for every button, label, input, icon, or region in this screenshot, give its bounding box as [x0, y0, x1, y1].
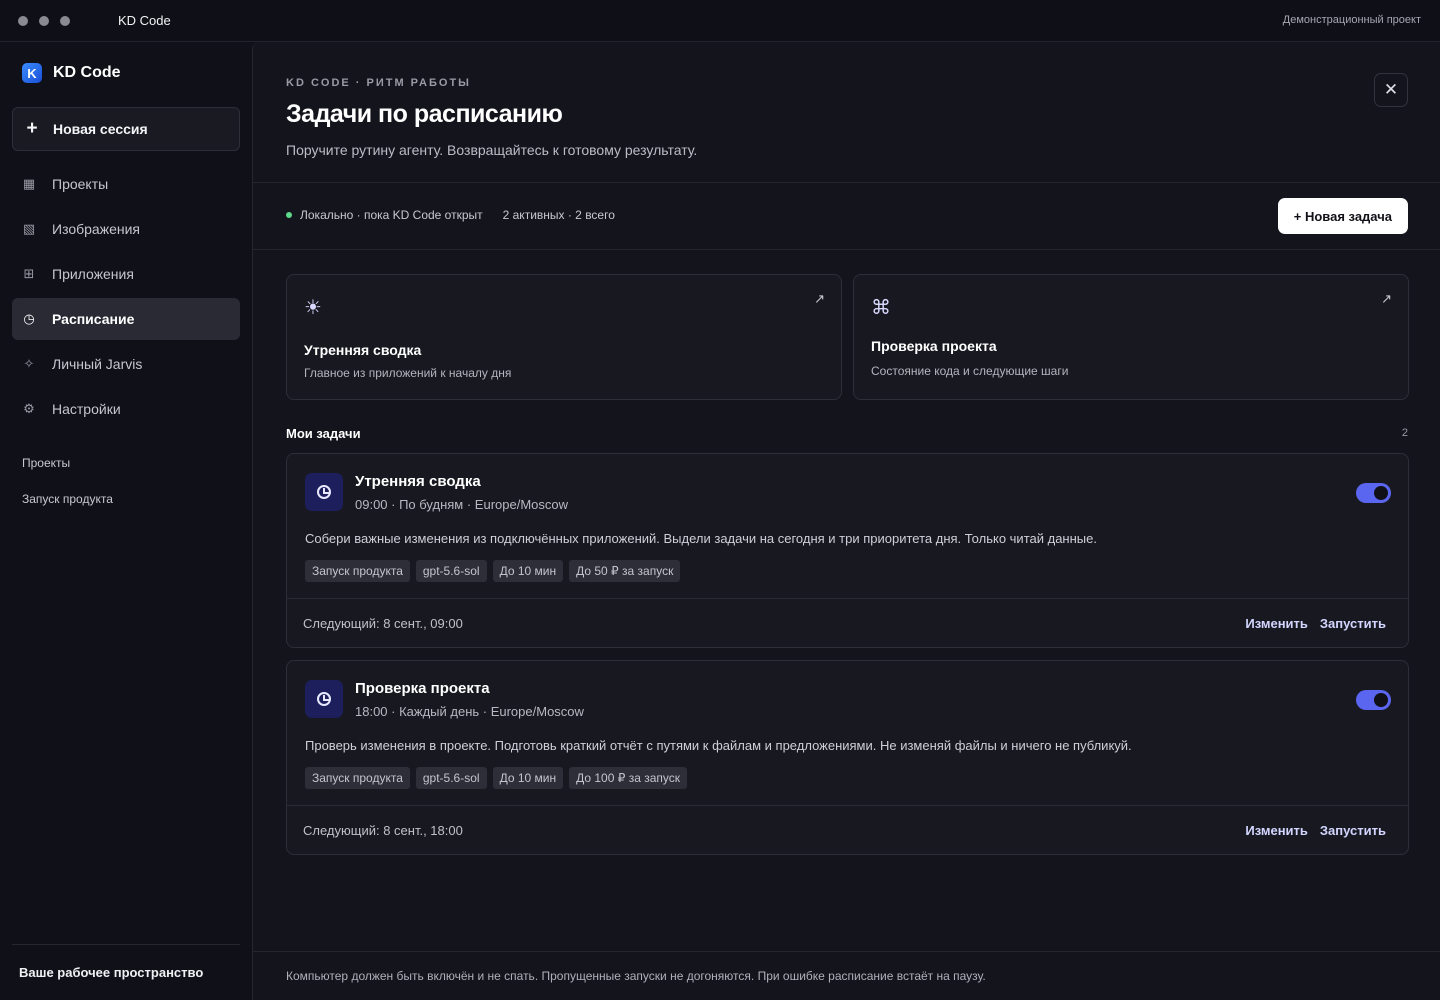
sidebar: K KD Code + Новая сессия ▦ Проекты ▧ Изо… — [0, 42, 252, 1000]
sidebar-item-jarvis[interactable]: ✧ Личный Jarvis — [12, 343, 240, 385]
next-run: Следующий: 8 сент., 18:00 — [303, 823, 463, 838]
task-description: Собери важные изменения из подключённых … — [305, 531, 1097, 546]
sidebar-item-label: Расписание — [52, 311, 135, 327]
tag-cost-limit: До 100 ₽ за запуск — [569, 767, 688, 789]
page-eyebrow: KD CODE · РИТМ РАБОТЫ — [286, 77, 471, 89]
task-schedule: 09:00 · По будням · Europe/Moscow — [355, 497, 569, 512]
sidebar-item-apps[interactable]: ⊞ Приложения — [12, 253, 240, 295]
apps-icon: ⊞ — [23, 266, 35, 281]
image-icon: ▧ — [22, 221, 36, 236]
task-actions: Изменить Запустить — [1245, 823, 1386, 838]
status-counts: 2 активных · 2 всего — [502, 208, 615, 222]
window-controls — [18, 15, 70, 26]
sidebar-item-label: Личный Jarvis — [52, 356, 143, 372]
task-footer: Следующий: 8 сент., 18:00 Изменить Запус… — [287, 805, 1408, 855]
tag-model: gpt-5.6-sol — [415, 560, 487, 582]
task-footer: Следующий: 8 сент., 09:00 Изменить Запус… — [287, 598, 1408, 648]
task-tags: Запуск продукта gpt-5.6-sol До 10 мин До… — [305, 767, 688, 789]
sidebar-item-label: Приложения — [52, 266, 134, 282]
next-run: Следующий: 8 сент., 09:00 — [303, 616, 463, 631]
minimize-window-button[interactable] — [39, 15, 49, 26]
close-window-button[interactable] — [18, 15, 28, 26]
brand: K KD Code — [22, 63, 121, 83]
task-clock-icon — [305, 473, 343, 511]
projects-section-label: Проекты — [22, 456, 71, 470]
sparkle-icon: ✧ — [23, 356, 35, 371]
tag-time-limit: До 10 мин — [492, 560, 564, 582]
arrow-up-right-icon: ↗ — [1381, 291, 1392, 306]
sidebar-item-label: Изображения — [52, 221, 140, 237]
task-title: Утренняя сводка — [355, 473, 481, 490]
page-subtitle: Поручите рутину агенту. Возвращайтесь к … — [286, 142, 698, 158]
quick-card-title: Проверка проекта — [871, 338, 997, 354]
tag-model: gpt-5.6-sol — [415, 767, 487, 789]
status-divider — [253, 249, 1440, 250]
command-icon: ⌘ — [871, 297, 891, 319]
sun-icon: ☀ — [304, 297, 322, 319]
status-dot-icon — [286, 212, 292, 218]
project-label: Демонстрационный проект — [1282, 14, 1421, 26]
status-mode: Локально · пока KD Code открыт — [300, 208, 483, 222]
new-session-button[interactable]: + Новая сессия — [12, 107, 240, 151]
grid-icon: ▦ — [22, 176, 36, 191]
task-tags: Запуск продукта gpt-5.6-sol До 10 мин До… — [305, 560, 681, 582]
tasks-count: 2 — [1401, 427, 1408, 439]
app-title: KD Code — [118, 13, 171, 28]
workspace-button[interactable]: Ваше рабочее пространство — [12, 944, 240, 1000]
tag-time-limit: До 10 мин — [492, 767, 564, 789]
header-divider — [253, 182, 1440, 183]
sidebar-item-label: Проекты — [52, 176, 109, 192]
sidebar-item-label: Настройки — [52, 401, 121, 417]
run-task-button[interactable]: Запустить — [1320, 616, 1386, 631]
quick-card-desc: Состояние кода и следующие шаги — [871, 364, 1069, 378]
brand-logo-icon: K — [22, 63, 42, 83]
tag-project: Запуск продукта — [305, 767, 410, 789]
edit-task-button[interactable]: Изменить — [1245, 616, 1308, 631]
plus-icon: + — [26, 118, 38, 139]
run-task-button[interactable]: Запустить — [1320, 823, 1386, 838]
task-card: Утренняя сводка 09:00 · По будням · Euro… — [286, 453, 1409, 648]
clock-icon: ◷ — [23, 311, 35, 326]
arrow-up-right-icon: ↗ — [814, 291, 825, 306]
task-description: Проверь изменения в проекте. Подготовь к… — [305, 738, 1132, 753]
task-card: Проверка проекта 18:00 · Каждый день · E… — [286, 660, 1409, 855]
new-task-button[interactable]: + Новая задача — [1277, 198, 1408, 234]
brand-name: KD Code — [53, 64, 121, 81]
task-clock-icon — [305, 680, 343, 718]
tag-cost-limit: До 50 ₽ за запуск — [569, 560, 681, 582]
edit-task-button[interactable]: Изменить — [1245, 823, 1308, 838]
close-button[interactable]: ✕ — [1374, 73, 1408, 107]
workspace-label: Ваше рабочее пространство — [19, 965, 204, 980]
sidebar-nav: ▦ Проекты ▧ Изображения ⊞ Приложения ◷ Р… — [12, 163, 240, 433]
page-title: Задачи по расписанию — [286, 100, 563, 128]
sidebar-item-schedule[interactable]: ◷ Расписание — [12, 298, 240, 340]
maximize-window-button[interactable] — [60, 15, 70, 26]
tasks-section-title: Мои задачи — [286, 426, 361, 441]
quick-card-project-check[interactable]: ⌘ ↗ Проверка проекта Состояние кода и сл… — [853, 274, 1409, 400]
quick-card-title: Утренняя сводка — [304, 342, 422, 358]
task-schedule: 18:00 · Каждый день · Europe/Moscow — [355, 704, 584, 719]
status-row: Локально · пока KD Code открыт 2 активны… — [286, 208, 615, 222]
window-titlebar: KD Code Демонстрационный проект — [0, 0, 1440, 42]
quick-card-desc: Главное из приложений к началу дня — [304, 366, 512, 380]
close-icon: ✕ — [1383, 80, 1399, 99]
sidebar-item-images[interactable]: ▧ Изображения — [12, 208, 240, 250]
new-session-label: Новая сессия — [53, 121, 148, 137]
task-enabled-toggle[interactable] — [1356, 483, 1391, 503]
tag-project: Запуск продукта — [305, 560, 410, 582]
sidebar-item-projects[interactable]: ▦ Проекты — [12, 163, 240, 205]
task-title: Проверка проекта — [355, 680, 490, 697]
task-enabled-toggle[interactable] — [1356, 690, 1391, 710]
footer-divider — [253, 951, 1440, 952]
quick-card-morning[interactable]: ☀ ↗ Утренняя сводка Главное из приложени… — [286, 274, 842, 400]
gear-icon: ⚙ — [23, 401, 35, 416]
footer-note: Компьютер должен быть включён и не спать… — [286, 969, 986, 983]
main-panel: KD CODE · РИТМ РАБОТЫ Задачи по расписан… — [252, 42, 1440, 1000]
sidebar-item-settings[interactable]: ⚙ Настройки — [12, 388, 240, 430]
sidebar-project-item[interactable]: Запуск продукта — [22, 492, 113, 506]
task-actions: Изменить Запустить — [1245, 616, 1386, 631]
